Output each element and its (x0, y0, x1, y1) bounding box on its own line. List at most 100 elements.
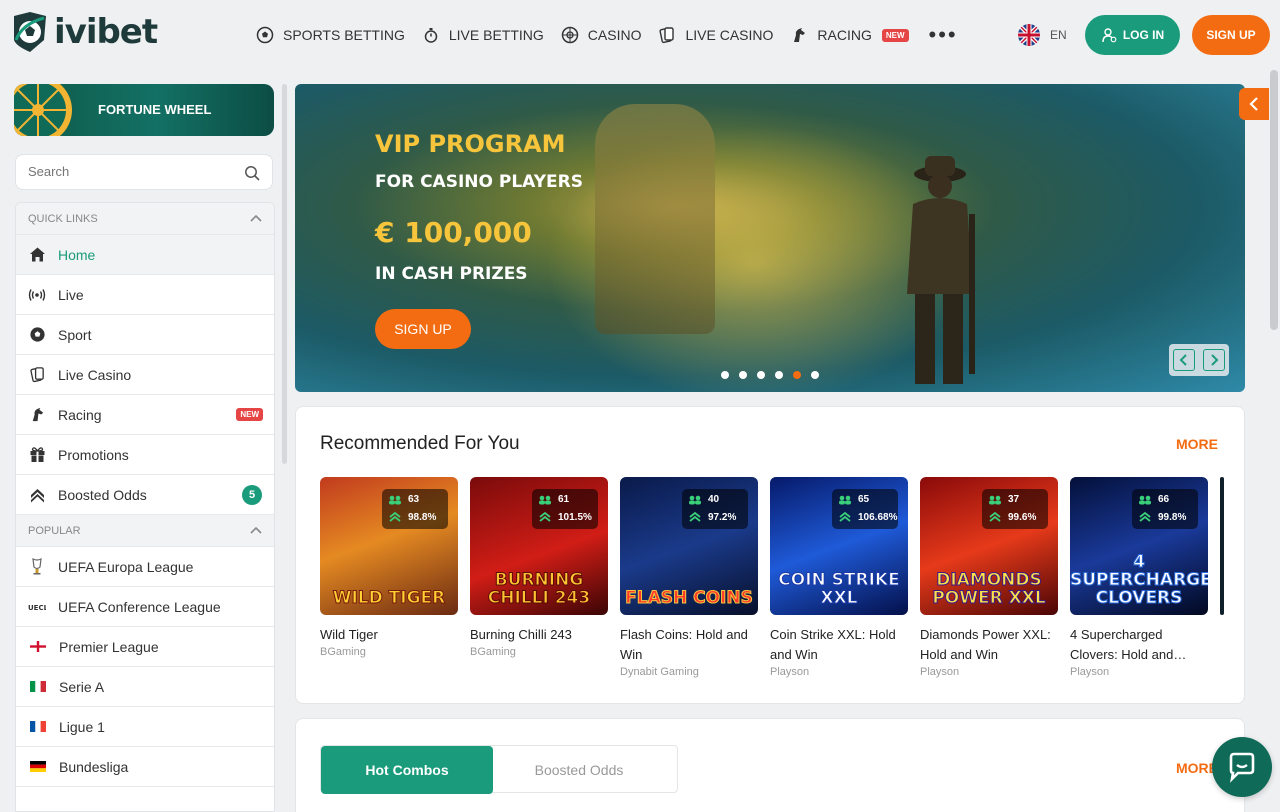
game-name: Diamonds Power XXL: Hold and Win (920, 627, 1051, 662)
game-card[interactable]: COIN STRIKE XXL 65 106.68% Coin Strike XXL:… (770, 477, 908, 678)
banner-prize-label: IN CASH PRIZES (375, 264, 528, 284)
sidebar-item-ligue-1[interactable]: Ligue 1 (16, 707, 274, 747)
game-card[interactable]: DIAMONDS POWER XXL 37 99.6% Diamonds Power … (920, 477, 1058, 678)
banner-title: VIP PROGRAM (375, 130, 566, 158)
nav-casino[interactable]: CASINO (560, 22, 641, 48)
france-flag-icon (30, 721, 46, 732)
game-card[interactable]: WILD TIGER 63 98.8% Wild Tiger BGaming (320, 477, 458, 678)
quick-links-header[interactable]: QUICK LINKS (16, 203, 274, 235)
game-card[interactable]: BURNING CHILLI 243 61 101.5% Burning Chilli… (470, 477, 608, 678)
game-thumbnail[interactable]: DIAMONDS POWER XXL 37 99.6% (920, 477, 1058, 615)
rtp-value: 106.68% (858, 511, 898, 523)
nav-label: RACING (817, 27, 872, 43)
rtp-up-icon (539, 511, 551, 522)
carousel-dot[interactable] (721, 371, 729, 379)
game-thumbnail[interactable]: BURNING CHILLI 243 61 101.5% (470, 477, 608, 615)
carousel-dot[interactable] (757, 371, 765, 379)
next-slide-button[interactable] (1203, 349, 1225, 371)
fortune-wheel-banner[interactable]: FORTUNE WHEEL (14, 84, 274, 136)
game-name: Wild Tiger (320, 627, 378, 642)
soccer-ball-icon (28, 326, 46, 344)
cards-icon (657, 25, 677, 45)
game-thumbnail[interactable]: WILD TIGER 63 98.8% (320, 477, 458, 615)
tab-boosted-odds[interactable]: Boosted Odds (493, 746, 665, 794)
gift-icon (28, 446, 46, 464)
broadcast-icon (28, 286, 46, 304)
sidebar-item-label: Live (58, 286, 84, 303)
login-label: LOG IN (1122, 28, 1165, 42)
carousel-dot[interactable] (775, 371, 783, 379)
sidebar-item-serie-a[interactable]: Serie A (16, 667, 274, 707)
game-thumbnail[interactable]: COIN STRIKE XXL 65 106.68% (770, 477, 908, 615)
england-flag-icon (30, 641, 46, 652)
search-icon[interactable] (244, 165, 260, 181)
carousel-dot[interactable] (739, 371, 747, 379)
game-thumbnail[interactable]: 4 SUPERCHARGED CLOVERS 66 99.8% (1070, 477, 1208, 615)
sidebar-item-bundesliga[interactable]: Bundesliga (16, 747, 274, 787)
carousel-arrows (1169, 344, 1229, 376)
game-art-title: BURNING CHILLI 243 (487, 570, 591, 608)
carousel-dot[interactable] (811, 371, 819, 379)
count-badge: 5 (242, 485, 262, 505)
recommended-more-link[interactable]: MORE (1176, 436, 1218, 452)
more-menu-button[interactable]: ••• (929, 24, 958, 46)
sidebar-item-premier-league[interactable]: Premier League (16, 627, 274, 667)
combos-tabs: Hot Combos Boosted Odds (320, 745, 678, 794)
sidebar-item-label: UEFA Europa League (58, 558, 194, 575)
players-count: 37 (1008, 494, 1020, 505)
brand-logo[interactable]: ivibet (10, 10, 158, 54)
nav-live-betting[interactable]: LIVE BETTING (421, 22, 544, 48)
sidebar-item-sport[interactable]: Sport (16, 315, 274, 355)
rtp-value: 98.8% (408, 511, 437, 523)
sidebar-item-promotions[interactable]: Promotions (16, 435, 274, 475)
promo-banner[interactable]: VIP PROGRAM FOR CASINO PLAYERS € 100,000… (295, 84, 1245, 392)
rtp-value: 97.2% (708, 511, 737, 523)
language-selector[interactable]: EN (1018, 24, 1067, 46)
sidebar-item-boosted-odds[interactable]: Boosted Odds 5 (16, 475, 274, 515)
home-icon (28, 246, 46, 264)
roulette-icon (560, 25, 580, 45)
soccer-ball-icon (255, 25, 275, 45)
sidebar-item-europa-league[interactable]: UEFA Europa League (16, 547, 274, 587)
nav-racing[interactable]: RACING NEW (789, 22, 909, 48)
nav-label: LIVE BETTING (448, 27, 544, 43)
shield-ball-icon (14, 12, 46, 52)
players-icon (689, 495, 701, 504)
sidebar-item-conference-league[interactable]: UECL UEFA Conference League (16, 587, 274, 627)
page-scrollbar[interactable] (1270, 70, 1278, 330)
sidebar-toggle-button[interactable] (1239, 88, 1269, 120)
nav-live-casino[interactable]: LIVE CASINO (657, 22, 773, 48)
chevron-right-icon (1211, 354, 1219, 366)
sidebar-item-live[interactable]: Live (16, 275, 274, 315)
login-button[interactable]: LOG IN (1085, 15, 1180, 55)
chevron-up-icon (250, 526, 262, 534)
next-game-card-edge[interactable] (1220, 477, 1224, 615)
players-count: 61 (558, 494, 570, 505)
rtp-up-icon (839, 511, 851, 522)
sidebar-scrollbar[interactable] (282, 84, 287, 464)
sidebar-item-racing[interactable]: Racing NEW (16, 395, 274, 435)
game-thumbnail[interactable]: FLASH COINS 40 97.2% (620, 477, 758, 615)
section-title: Recommended For You (320, 433, 520, 454)
game-card[interactable]: FLASH COINS 40 97.2% Flash Coins: Hold and … (620, 477, 758, 678)
popular-header[interactable]: POPULAR (16, 515, 274, 547)
rtp-up-icon (389, 511, 401, 522)
tab-hot-combos[interactable]: Hot Combos (321, 746, 493, 794)
players-icon (989, 495, 1001, 504)
signup-button[interactable]: SIGN UP (1192, 15, 1270, 55)
live-chat-button[interactable] (1212, 737, 1272, 797)
search-input[interactable] (28, 164, 228, 179)
rtp-value: 99.8% (1158, 511, 1187, 523)
game-card[interactable]: 4 SUPERCHARGED CLOVERS 66 99.8% 4 Superchar… (1070, 477, 1208, 678)
sidebar-item-home[interactable]: Home (16, 235, 274, 275)
nav-label: LIVE CASINO (685, 27, 774, 43)
sidebar-item-live-casino[interactable]: Live Casino (16, 355, 274, 395)
rtp-value: 99.6% (1008, 511, 1037, 523)
chevron-up-icon (250, 214, 262, 222)
prev-slide-button[interactable] (1173, 349, 1195, 371)
nav-sports-betting[interactable]: SPORTS BETTING (255, 22, 405, 48)
game-name: Coin Strike XXL: Hold and Win (770, 627, 896, 662)
carousel-dot[interactable] (793, 371, 801, 379)
banner-signup-button[interactable]: SIGN UP (375, 309, 471, 349)
sidebar-item-label: Bundesliga (59, 758, 129, 775)
